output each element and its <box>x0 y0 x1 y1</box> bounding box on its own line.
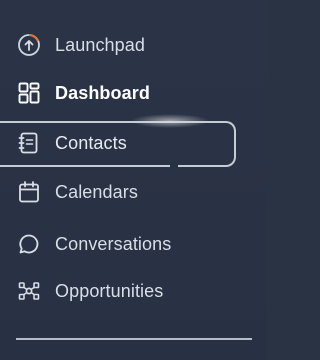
sidebar-item-label: Launchpad <box>55 34 145 55</box>
sidebar-divider <box>16 338 252 340</box>
sidebar-item-label: Calendars <box>55 181 138 202</box>
sidebar-item-calendars[interactable]: Calendars <box>0 174 267 210</box>
dashboard-grid-icon <box>17 81 41 105</box>
sidebar-item-label: Opportunities <box>55 280 164 301</box>
sidebar-item-conversations[interactable]: Conversations <box>0 226 267 262</box>
opportunities-icon <box>17 279 41 303</box>
launchpad-icon <box>17 33 41 57</box>
sidebar-item-label: Conversations <box>55 233 172 254</box>
sidebar-item-opportunities[interactable]: Opportunities <box>0 273 267 309</box>
sidebar-item-label: Contacts <box>55 132 127 153</box>
chat-bubble-icon <box>17 232 41 256</box>
sidebar: Launchpad Dashboard Contacts Calendars C… <box>0 0 267 360</box>
contacts-book-icon <box>17 131 41 155</box>
sidebar-item-label: Dashboard <box>55 82 150 103</box>
calendar-icon <box>17 180 41 204</box>
sidebar-item-launchpad[interactable]: Launchpad <box>0 27 267 63</box>
sidebar-item-dashboard[interactable]: Dashboard <box>0 75 267 111</box>
sidebar-item-contacts[interactable]: Contacts <box>0 125 267 161</box>
